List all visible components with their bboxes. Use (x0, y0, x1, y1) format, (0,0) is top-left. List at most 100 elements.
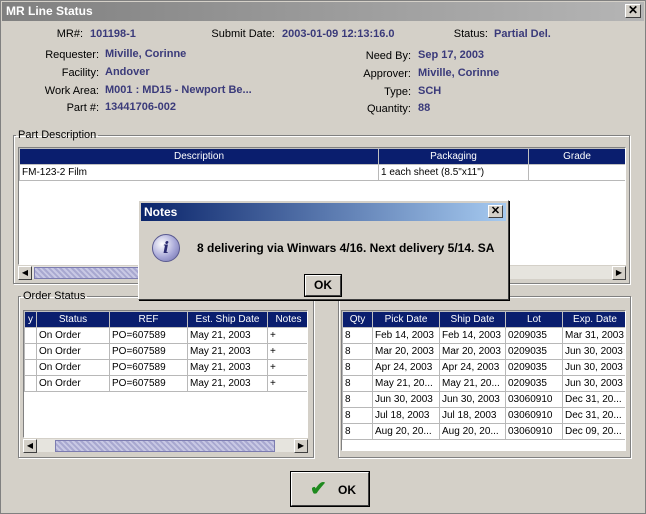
type-value: SCH (418, 85, 442, 97)
table-row[interactable]: 8 May 21, 20... May 21, 20... 0209035 Ju… (342, 375, 625, 392)
column-header-pick-date[interactable]: Pick Date (372, 311, 440, 328)
cell-qty: 8 (342, 391, 373, 408)
table-row[interactable]: 8 Jun 30, 2003 Jun 30, 2003 03060910 Dec… (342, 391, 625, 408)
mr-number-label: MR#: (56, 28, 83, 40)
cell-packaging: 1 each sheet (8.5"x11") (378, 164, 529, 181)
part-number-value: 13441706-002 (105, 101, 176, 113)
scroll-left-icon[interactable]: ◀ (18, 266, 32, 280)
approver-label: Approver: (363, 68, 411, 80)
notes-message: 8 delivering via Winwars 4/16. Next deli… (197, 241, 495, 255)
table-row[interactable]: On Order PO=607589 May 21, 2003 + (24, 375, 307, 392)
column-header-ref[interactable]: REF (109, 311, 188, 328)
cell-ship-date: Mar 20, 2003 (439, 343, 506, 360)
table-row[interactable]: 8 Aug 20, 20... Aug 20, 20... 03060910 D… (342, 423, 625, 440)
checkmark-icon: ✔ (310, 478, 327, 500)
facility-label: Facility: (61, 67, 99, 79)
column-header-notes[interactable]: Notes (267, 311, 307, 328)
column-header-ship-date[interactable]: Ship Date (439, 311, 506, 328)
table-row[interactable]: FM-123-2 Film 1 each sheet (8.5"x11") (19, 164, 625, 181)
dialog-ok-button[interactable]: OK (305, 275, 341, 296)
cell-qty: 8 (342, 327, 373, 344)
order-detail-table: Qty Pick Date Ship Date Lot Exp. Date 8 … (341, 310, 626, 451)
window-title: MR Line Status (6, 4, 93, 18)
requester-value: Miville, Corinne (105, 48, 187, 60)
cell-y (24, 359, 37, 376)
part-description-legend: Part Description (18, 129, 97, 141)
cell-est-ship-date: May 21, 2003 (187, 375, 268, 392)
order-status-table: y Status REF Est. Ship Date Notes On Ord… (23, 310, 308, 438)
table-row[interactable]: On Order PO=607589 May 21, 2003 + (24, 359, 307, 376)
cell-ship-date: Jun 30, 2003 (439, 391, 506, 408)
cell-lot: 0209035 (505, 343, 563, 360)
ok-button[interactable]: ✔ OK (291, 472, 369, 506)
order-status-scrollbar[interactable]: ◀ ▶ (23, 438, 308, 453)
cell-qty: 8 (342, 423, 373, 440)
cell-lot: 03060910 (505, 391, 563, 408)
cell-exp-date: Dec 09, 20... (562, 423, 625, 440)
column-header-exp-date[interactable]: Exp. Date (562, 311, 625, 328)
cell-lot: 0209035 (505, 327, 563, 344)
cell-status: On Order (36, 343, 110, 360)
column-header-y[interactable]: y (24, 311, 37, 328)
need-by-value: Sep 17, 2003 (418, 49, 485, 61)
notes-dialog-title: Notes (144, 205, 178, 219)
quantity-value: 88 (418, 102, 431, 114)
table-row[interactable]: 8 Feb 14, 2003 Feb 14, 2003 0209035 Mar … (342, 327, 625, 344)
type-label: Type: (384, 86, 411, 98)
mr-number-value: 101198-1 (90, 28, 136, 40)
cell-est-ship-date: May 21, 2003 (187, 327, 268, 344)
status-value: Partial Del. (494, 28, 551, 40)
scroll-right-icon[interactable]: ▶ (612, 266, 626, 280)
cell-pick-date: Jul 18, 2003 (372, 407, 440, 424)
facility-value: Andover (105, 66, 150, 78)
approver-value: Miville, Corinne (418, 67, 500, 79)
submit-date-value: 2003-01-09 12:13:16.0 (282, 28, 395, 40)
cell-qty: 8 (342, 375, 373, 392)
column-header-lot[interactable]: Lot (505, 311, 563, 328)
table-row[interactable]: 8 Apr 24, 2003 Apr 24, 2003 0209035 Jun … (342, 359, 625, 376)
column-header-qty[interactable]: Qty (342, 311, 373, 328)
scroll-left-icon[interactable]: ◀ (23, 439, 37, 453)
cell-y (24, 327, 37, 344)
cell-exp-date: Dec 31, 20... (562, 391, 625, 408)
cell-exp-date: Jun 30, 2003 (562, 343, 625, 360)
column-header-status[interactable]: Status (36, 311, 110, 328)
cell-pick-date: Mar 20, 2003 (372, 343, 440, 360)
cell-pick-date: Feb 14, 2003 (372, 327, 440, 344)
need-by-label: Need By: (365, 50, 411, 62)
table-row[interactable]: On Order PO=607589 May 21, 2003 + (24, 343, 307, 360)
cell-status: On Order (36, 359, 110, 376)
window-close-icon[interactable]: ✕ (625, 4, 641, 18)
cell-pick-date: Aug 20, 20... (372, 423, 440, 440)
table-row[interactable]: 8 Mar 20, 2003 Mar 20, 2003 0209035 Jun … (342, 343, 625, 360)
scrollbar-thumb[interactable] (55, 440, 275, 452)
cell-notes[interactable]: + (267, 327, 307, 344)
cell-status: On Order (36, 327, 110, 344)
part-number-label: Part #: (66, 102, 99, 114)
column-header-est-ship-date[interactable]: Est. Ship Date (187, 311, 268, 328)
cell-pick-date: Jun 30, 2003 (372, 391, 440, 408)
dialog-close-icon[interactable]: ✕ (488, 205, 503, 218)
status-label: Status: (453, 28, 488, 40)
scroll-right-icon[interactable]: ▶ (294, 439, 308, 453)
column-header-grade[interactable]: Grade (528, 148, 625, 165)
table-row[interactable]: On Order PO=607589 May 21, 2003 + (24, 327, 307, 344)
cell-notes[interactable]: + (267, 359, 307, 376)
cell-ship-date: May 21, 20... (439, 375, 506, 392)
cell-est-ship-date: May 21, 2003 (187, 343, 268, 360)
cell-notes[interactable]: + (267, 375, 307, 392)
cell-ship-date: Aug 20, 20... (439, 423, 506, 440)
cell-exp-date: Dec 31, 20... (562, 407, 625, 424)
cell-notes[interactable]: + (267, 343, 307, 360)
column-header-description[interactable]: Description (19, 148, 379, 165)
table-row[interactable]: 8 Jul 18, 2003 Jul 18, 2003 03060910 Dec… (342, 407, 625, 424)
cell-ref: PO=607589 (109, 359, 188, 376)
info-icon: i (152, 234, 180, 262)
cell-exp-date: Jun 30, 2003 (562, 359, 625, 376)
cell-exp-date: Jun 30, 2003 (562, 375, 625, 392)
cell-exp-date: Mar 31, 2003 (562, 327, 625, 344)
cell-ship-date: Apr 24, 2003 (439, 359, 506, 376)
cell-ref: PO=607589 (109, 343, 188, 360)
cell-lot: 0209035 (505, 359, 563, 376)
column-header-packaging[interactable]: Packaging (378, 148, 529, 165)
